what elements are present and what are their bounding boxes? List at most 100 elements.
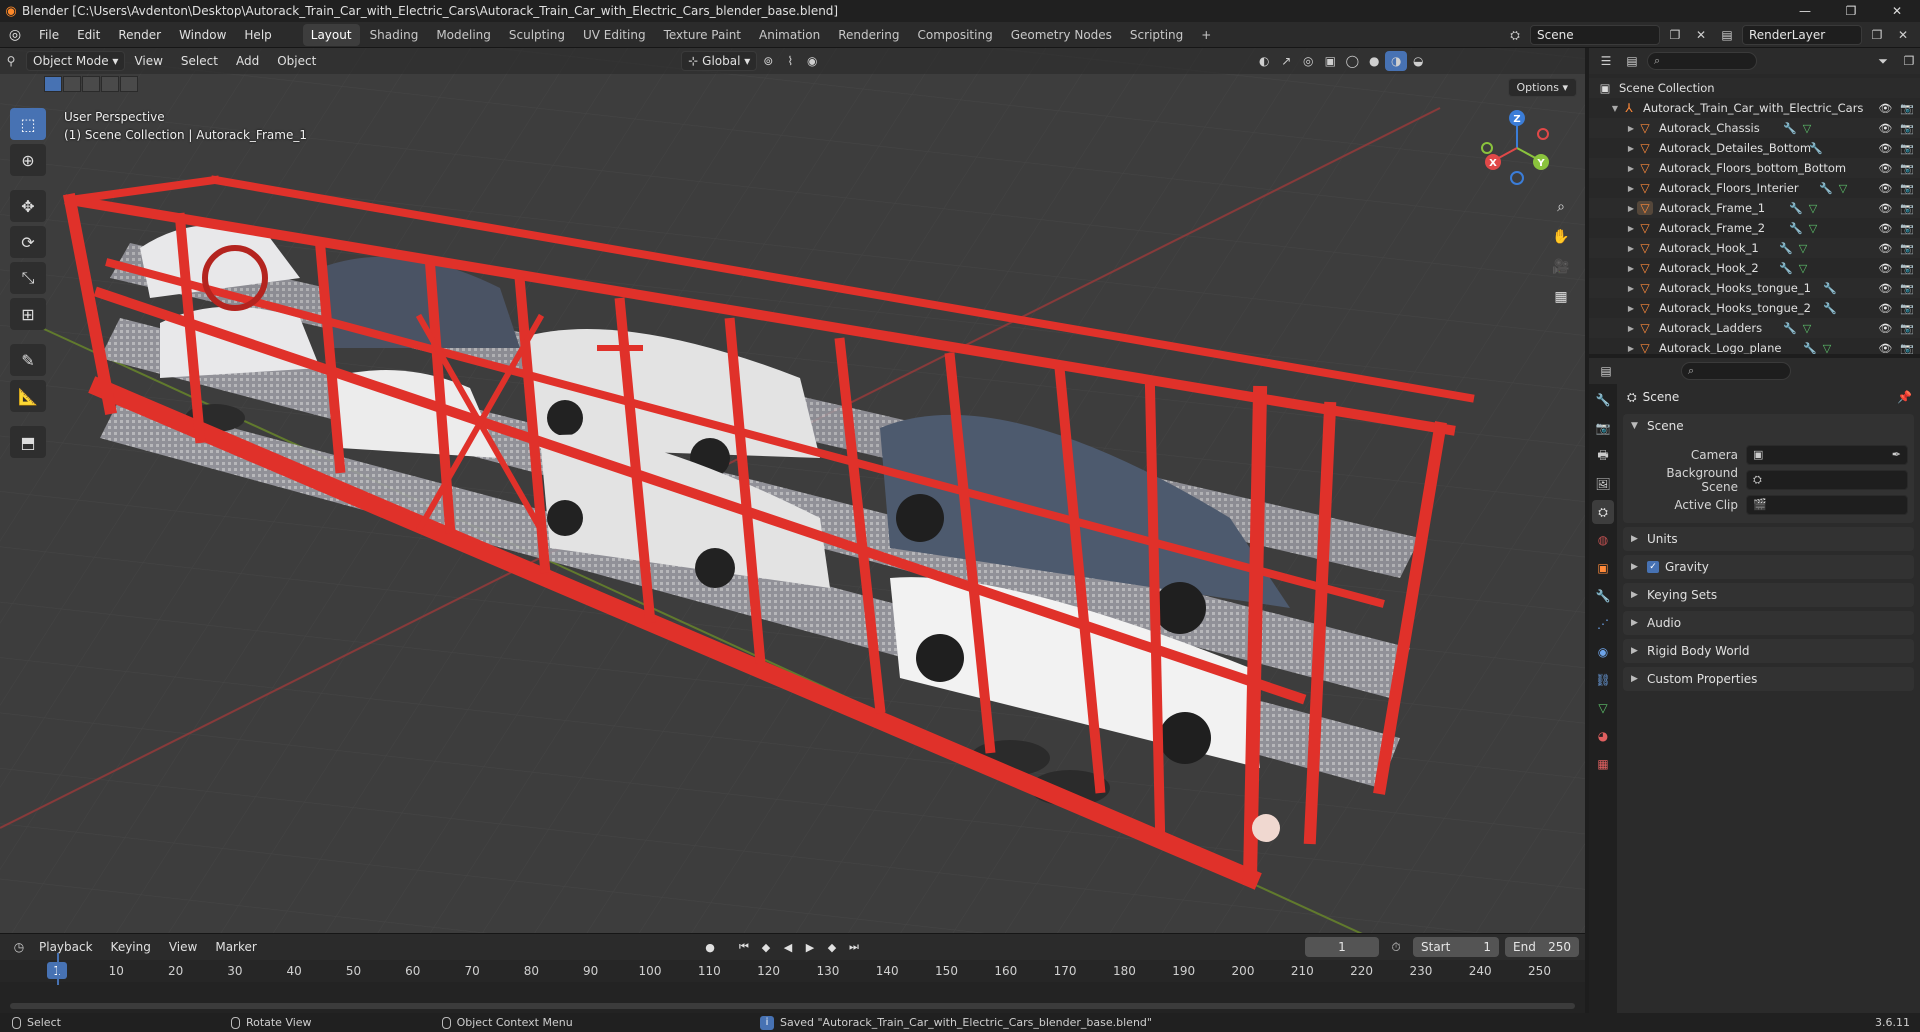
- timeline-menu-playback[interactable]: Playback: [30, 935, 102, 959]
- custom-properties-panel-header[interactable]: ▶ Custom Properties: [1623, 667, 1914, 691]
- expand-icon[interactable]: ▶: [1625, 284, 1637, 293]
- scene-icon[interactable]: ⛭: [1504, 25, 1526, 45]
- scene-collection-row[interactable]: ▣ Scene Collection: [1589, 78, 1920, 98]
- outliner-search[interactable]: ⌕: [1647, 52, 1757, 70]
- xray-icon[interactable]: ▣: [1319, 51, 1341, 71]
- scene-tab-icon[interactable]: ⛭: [1592, 500, 1614, 524]
- eye-icon[interactable]: 👁: [1878, 222, 1892, 235]
- measure-icon[interactable]: 📐: [10, 380, 46, 412]
- view-layer-tab-icon[interactable]: 🖼: [1592, 472, 1614, 496]
- add-workspace-icon[interactable]: +: [1193, 24, 1219, 46]
- select-intersect-icon[interactable]: [120, 76, 138, 92]
- blender-menu-icon[interactable]: ◎: [0, 27, 30, 43]
- pin-icon[interactable]: 📌: [1897, 390, 1920, 404]
- move-icon[interactable]: ✥: [10, 190, 46, 222]
- menu-help[interactable]: Help: [235, 23, 280, 47]
- background-scene-field[interactable]: ⛭: [1746, 469, 1908, 490]
- annotate-icon[interactable]: ✎: [10, 344, 46, 376]
- menu-render[interactable]: Render: [109, 23, 170, 47]
- select-subtract-icon[interactable]: [82, 76, 100, 92]
- camera-icon[interactable]: 📷: [1900, 342, 1914, 355]
- end-frame-field[interactable]: End 250: [1505, 937, 1579, 957]
- scene-panel-header[interactable]: ▼ Scene: [1623, 414, 1914, 438]
- object-row[interactable]: ▶ ▽ Autorack_Ladders 🔧 ▽ 👁 📷: [1589, 318, 1920, 338]
- filter-icon[interactable]: ⏷: [1872, 51, 1894, 71]
- timeline-menu-view[interactable]: View: [160, 935, 206, 959]
- tab-compositing[interactable]: Compositing: [909, 24, 1000, 46]
- timeline-menu-keying[interactable]: Keying: [102, 935, 160, 959]
- tab-geometry-nodes[interactable]: Geometry Nodes: [1003, 24, 1120, 46]
- expand-icon[interactable]: ▶: [1625, 344, 1637, 353]
- mesh-icon[interactable]: ▽: [1803, 122, 1811, 135]
- material-shading-icon[interactable]: ◑: [1385, 51, 1408, 71]
- menu-window[interactable]: Window: [170, 23, 235, 47]
- viewport-menu-add[interactable]: Add: [227, 50, 268, 72]
- view-layer-icon[interactable]: ▤: [1716, 25, 1738, 45]
- modifier-icon[interactable]: 🔧: [1789, 202, 1803, 215]
- camera-icon[interactable]: 📷: [1900, 262, 1914, 275]
- eye-icon[interactable]: 👁: [1878, 202, 1892, 215]
- eye-icon[interactable]: 👁: [1878, 182, 1892, 195]
- camera-icon[interactable]: 📷: [1900, 202, 1914, 215]
- options-button[interactable]: Options ▾: [1507, 78, 1577, 97]
- scene-render[interactable]: [0, 48, 1585, 933]
- modifier-icon[interactable]: 🔧: [1779, 262, 1793, 275]
- tab-modeling[interactable]: Modeling: [428, 24, 499, 46]
- camera-icon[interactable]: 📷: [1900, 122, 1914, 135]
- rendered-shading-icon[interactable]: ◒: [1407, 51, 1429, 71]
- timeline-ruler[interactable]: 10 20 30 40 50 60 70 80 90 100 110 120 130 140 150 160 1…: [0, 960, 1585, 982]
- new-scene-icon[interactable]: ❐: [1664, 25, 1686, 45]
- viewport-menu-object[interactable]: Object: [268, 50, 325, 72]
- rotate-icon[interactable]: ⟳: [10, 226, 46, 258]
- constraints-tab-icon[interactable]: ⛓: [1592, 668, 1614, 692]
- eye-icon[interactable]: 👁: [1878, 342, 1892, 355]
- camera-field[interactable]: ▣ ✒: [1746, 444, 1908, 465]
- eye-icon[interactable]: 👁: [1878, 122, 1892, 135]
- world-tab-icon[interactable]: ◍: [1592, 528, 1614, 552]
- object-row[interactable]: ▶ ▽ Autorack_Hooks_tongue_2 🔧 👁 📷: [1589, 298, 1920, 318]
- expand-icon[interactable]: ▶: [1625, 184, 1637, 193]
- texture-tab-icon[interactable]: ▦: [1592, 752, 1614, 776]
- camera-view-icon[interactable]: 🎥: [1547, 254, 1575, 280]
- eyedropper-icon[interactable]: ✒: [1892, 448, 1907, 461]
- camera-icon[interactable]: 📷: [1900, 222, 1914, 235]
- tab-texture-paint[interactable]: Texture Paint: [656, 24, 749, 46]
- tab-shading[interactable]: Shading: [362, 24, 427, 46]
- new-view-layer-icon[interactable]: ❐: [1866, 25, 1888, 45]
- timeline-menu-marker[interactable]: Marker: [206, 935, 265, 959]
- expand-icon[interactable]: ▶: [1625, 224, 1637, 233]
- next-keyframe-icon[interactable]: ◆: [822, 937, 842, 957]
- jump-end-icon[interactable]: ⏭: [844, 937, 864, 957]
- modifier-tab-icon[interactable]: 🔧: [1592, 584, 1614, 608]
- snap-icon[interactable]: ⌇: [779, 51, 801, 71]
- editor-type-icon[interactable]: ⚲: [0, 51, 22, 71]
- physics-tab-icon[interactable]: ◉: [1592, 640, 1614, 664]
- modifier-icon[interactable]: 🔧: [1823, 302, 1837, 315]
- gizmo-toggle-icon[interactable]: ↗: [1275, 51, 1297, 71]
- camera-icon[interactable]: 📷: [1900, 142, 1914, 155]
- properties-type-icon[interactable]: ▤: [1595, 361, 1617, 381]
- expand-icon[interactable]: ▼: [1609, 104, 1621, 113]
- output-tab-icon[interactable]: 🖶: [1592, 444, 1614, 468]
- scene-field[interactable]: Scene: [1530, 25, 1660, 45]
- solid-shading-icon[interactable]: ●: [1363, 51, 1385, 71]
- pan-hand-icon[interactable]: ✋: [1547, 224, 1575, 250]
- menu-file[interactable]: File: [30, 23, 68, 47]
- object-row[interactable]: ▶ ▽ Autorack_Chassis 🔧 ▽ 👁 📷: [1589, 118, 1920, 138]
- start-frame-field[interactable]: Start 1: [1413, 937, 1499, 957]
- camera-icon[interactable]: 📷: [1900, 162, 1914, 175]
- render-tab-icon[interactable]: 📷: [1592, 416, 1614, 440]
- orientation-dropdown[interactable]: ⊹ Global ▾: [681, 51, 758, 71]
- tab-sculpting[interactable]: Sculpting: [501, 24, 573, 46]
- select-new-icon[interactable]: [44, 76, 62, 92]
- modifier-icon[interactable]: 🔧: [1783, 322, 1797, 335]
- proportional-edit-icon[interactable]: ◉: [801, 51, 823, 71]
- close-icon[interactable]: ✕: [1874, 0, 1920, 22]
- camera-icon[interactable]: 📷: [1900, 102, 1914, 115]
- keying-sets-panel-header[interactable]: ▶ Keying Sets: [1623, 583, 1914, 607]
- viewport-menu-select[interactable]: Select: [172, 50, 227, 72]
- prev-keyframe-icon[interactable]: ◆: [756, 937, 776, 957]
- play-reverse-icon[interactable]: ◀: [778, 937, 798, 957]
- camera-icon[interactable]: 📷: [1900, 242, 1914, 255]
- zoom-icon[interactable]: ⌕: [1547, 194, 1575, 220]
